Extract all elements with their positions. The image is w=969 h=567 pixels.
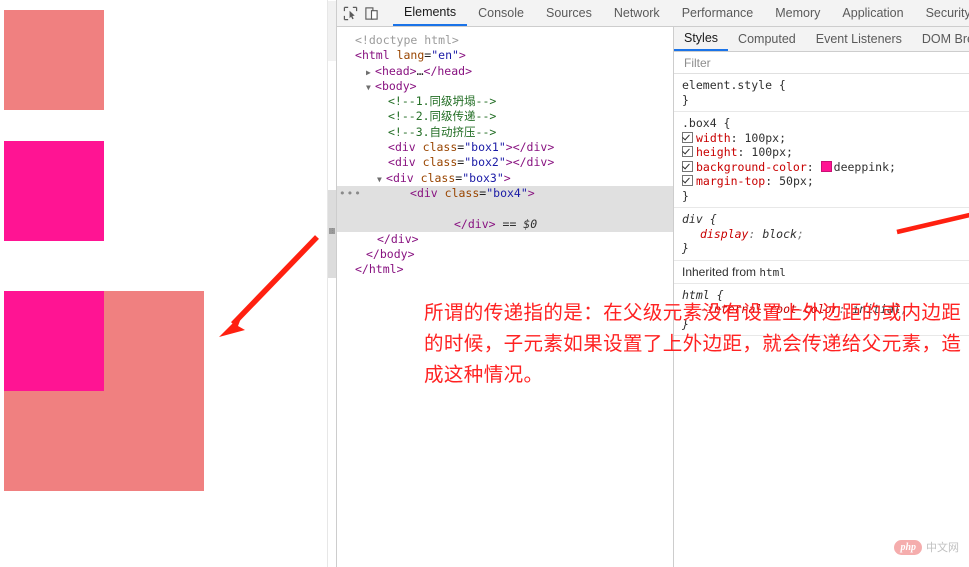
dom-tree-row[interactable]: <!--2.同级传递-->	[337, 109, 673, 124]
declaration-checkbox[interactable]	[682, 131, 693, 143]
css-property: -internal-root-color	[700, 302, 839, 316]
dom-tree-row[interactable]: </div> == $0	[337, 216, 673, 232]
inherited-label: Inherited from	[682, 264, 757, 279]
css-declaration-background-color[interactable]: background-color: deeppink;	[682, 160, 969, 175]
devtools-tab-sources[interactable]: Sources	[535, 0, 603, 26]
devtools-panel: Elements Console Sources Network Performance…	[336, 0, 969, 567]
dom-tree-row[interactable]: <div class="box1"></div>	[337, 140, 673, 155]
dom-tree-row[interactable]: <!--1.同级坍塌-->	[337, 94, 673, 109]
devtools-tab-performance[interactable]: Performance	[671, 0, 765, 26]
styles-tab-dom-break[interactable]: DOM Break	[912, 27, 969, 51]
color-swatch[interactable]	[820, 160, 832, 172]
devtools-split: <!doctype html> <html lang="en"> ▶ <head>…<…	[337, 27, 969, 567]
device-toolbar-icon[interactable]	[364, 1, 379, 25]
styles-tabs: StylesComputedEvent ListenersDOM Break	[674, 27, 969, 51]
dom-tree-row[interactable]: </body>	[337, 247, 673, 262]
annotation-arrow-to-box4	[219, 235, 319, 337]
css-rule-2[interactable]: div {display: block;}	[674, 208, 969, 261]
inspect-element-icon[interactable]	[343, 1, 358, 25]
dom-tree-row[interactable]: ▶ <head>…</head>	[337, 64, 673, 79]
styles-tab-styles[interactable]: Styles	[674, 27, 729, 51]
watermark-label: 中文网	[926, 542, 959, 554]
css-property: background-color	[696, 159, 807, 174]
css-declaration-height[interactable]: height: 100px;	[682, 145, 969, 160]
styles-pane[interactable]: StylesComputedEvent ListenersDOM Break F…	[674, 27, 969, 567]
demo-box-box1	[4, 10, 104, 110]
devtools-tab-network[interactable]: Network	[603, 0, 671, 26]
elements-tree-pane[interactable]: <!doctype html> <html lang="en"> ▶ <head>…<…	[337, 27, 674, 567]
inherited-from-header: Inherited from html	[674, 260, 969, 284]
devtools-tab-memory[interactable]: Memory	[764, 0, 831, 26]
page-scrollbar-thumb[interactable]	[328, 190, 336, 278]
devtools-tabbar: Elements Console Sources Network Performance…	[337, 0, 969, 27]
rendered-page-canvas	[0, 0, 328, 567]
css-rule-close: }	[682, 92, 689, 107]
dom-tree[interactable]: <!doctype html> <html lang="en"> ▶ <head>…<…	[337, 27, 673, 278]
dom-tree-row[interactable]: </div>	[337, 232, 673, 247]
css-rule-inherited-html[interactable]: html {-internal-root-color: initial;}	[674, 284, 969, 336]
dom-twisty-icon[interactable]: ▶	[366, 65, 375, 80]
declaration-checkbox[interactable]	[682, 160, 693, 172]
css-declaration--internal-root-color[interactable]: -internal-root-color: initial;	[682, 302, 969, 317]
css-value: block	[762, 226, 797, 241]
css-selector[interactable]: html {	[682, 288, 969, 303]
dom-tree-row[interactable]: ••• <div class="box4">	[337, 185, 673, 202]
styles-filter-placeholder: Filter	[684, 55, 711, 70]
css-declaration-width[interactable]: width: 100px;	[682, 131, 969, 146]
dom-tree-row[interactable]: </html>	[337, 262, 673, 277]
styles-tabbar: StylesComputedEvent ListenersDOM Break	[674, 27, 969, 52]
dom-tree-row[interactable]: <div class="box2"></div>	[337, 155, 673, 170]
dom-twisty-icon[interactable]: ▼	[377, 172, 386, 187]
css-selector[interactable]: .box4 {	[682, 116, 969, 131]
dom-tree-row[interactable]: <html lang="en">	[337, 48, 673, 63]
devtools-tab-elements[interactable]: Elements	[393, 0, 468, 26]
dom-tree-row[interactable]: <!--3.自动挤压-->	[337, 125, 673, 140]
declaration-checkbox[interactable]	[682, 146, 693, 157]
dom-tree-row[interactable]: ▼ <div class="box3">	[337, 171, 673, 186]
devtools-tab-application[interactable]: Application	[831, 0, 914, 26]
watermark: php 中文网	[894, 539, 959, 555]
css-selector[interactable]: element.style {	[682, 78, 969, 93]
css-value: 100px	[751, 145, 787, 159]
css-rule-close: }	[682, 188, 689, 203]
styles-filter-input[interactable]: Filter	[674, 52, 969, 74]
styles-tab-event-listeners[interactable]: Event Listeners	[806, 27, 912, 51]
demo-box-box2	[4, 141, 104, 241]
css-rule-1[interactable]: .box4 {width: 100px; height: 100px; backgr…	[674, 112, 969, 208]
css-value: 50px	[779, 174, 807, 188]
css-value: initial	[852, 302, 901, 316]
page-scrollbar-grip: ⋮	[329, 228, 335, 234]
page-scrollbar[interactable]: ⋮	[327, 0, 336, 567]
devtools-tabs: Elements Console Sources Network Performance…	[393, 0, 969, 26]
css-property: width	[696, 130, 731, 145]
dom-twisty-icon[interactable]: ▼	[366, 80, 375, 95]
css-property: display	[700, 226, 749, 241]
css-value: deeppink	[833, 159, 890, 174]
devtools-tab-security[interactable]: Security	[915, 0, 969, 26]
page-scrollbar-thumb-top[interactable]	[328, 1, 336, 61]
css-value: 100px	[744, 130, 780, 145]
styles-rules-list[interactable]: element.style {} .box4 {width: 100px; heig…	[674, 74, 969, 336]
styles-tab-computed[interactable]: Computed	[728, 27, 806, 51]
css-selector[interactable]: div {	[682, 212, 969, 227]
css-rule-close: }	[682, 316, 689, 331]
css-declaration-margin-top[interactable]: margin-top: 50px;	[682, 174, 969, 189]
devtools-tab-console[interactable]: Console	[467, 0, 535, 26]
css-property: height	[696, 145, 738, 159]
css-rule-close: }	[682, 241, 689, 255]
demo-box-box3	[4, 291, 204, 491]
css-property: margin-top	[696, 174, 766, 188]
dom-tree-row[interactable]	[337, 201, 673, 217]
page-viewport: ⋮	[0, 0, 336, 567]
dom-tree-row[interactable]: ▼ <body>	[337, 79, 673, 94]
css-declaration-display[interactable]: display: block;	[682, 227, 969, 242]
css-rule-0[interactable]: element.style {}	[674, 74, 969, 112]
expand-ellipsis-icon[interactable]: •••	[339, 188, 362, 199]
demo-box-box4	[4, 291, 104, 391]
watermark-php-logo: php	[894, 539, 922, 555]
declaration-checkbox[interactable]	[682, 175, 693, 186]
dom-tree-row[interactable]: <!doctype html>	[337, 33, 673, 48]
inherited-source: html	[759, 265, 786, 279]
